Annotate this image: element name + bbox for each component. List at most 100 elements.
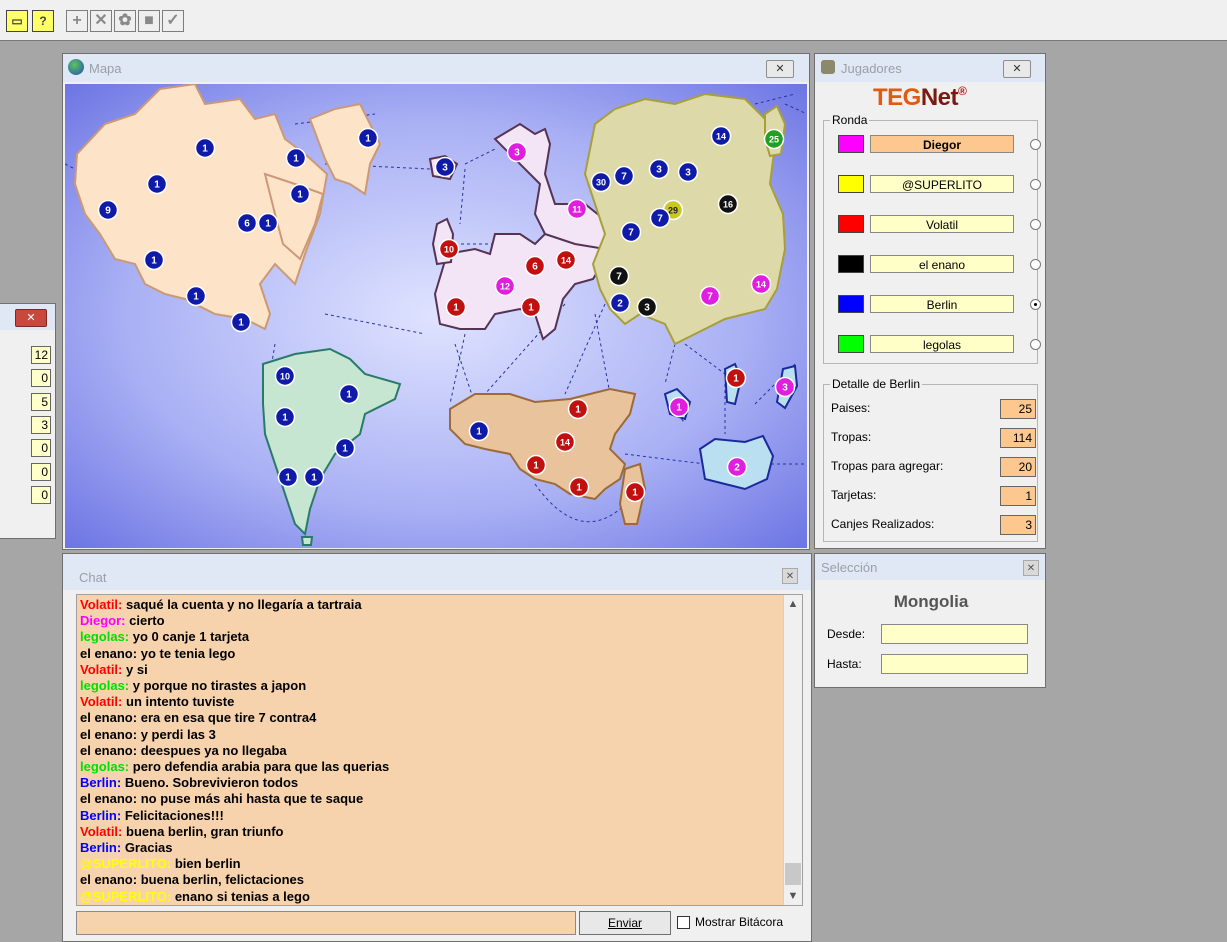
send-button[interactable]: Enviar <box>579 911 671 935</box>
chat-colon: : <box>132 872 138 888</box>
chat-author: el enano <box>80 872 133 888</box>
army-marker[interactable]: 7 <box>613 165 635 187</box>
player-color-swatch <box>838 295 864 313</box>
save-icon[interactable]: ■ <box>138 10 160 32</box>
army-marker[interactable]: 25 <box>763 128 785 150</box>
chat-text: deespues ya no llegaba <box>140 742 287 758</box>
army-marker[interactable]: 1 <box>357 127 379 149</box>
player-row[interactable]: el enano <box>838 255 1041 275</box>
close-icon[interactable]: ✕ <box>782 568 798 584</box>
settings-icon[interactable]: ✿ <box>114 10 136 32</box>
army-marker[interactable]: 1 <box>289 183 311 205</box>
army-marker[interactable]: 1 <box>185 285 207 307</box>
player-row[interactable]: Berlin <box>838 295 1041 315</box>
army-marker[interactable]: 3 <box>774 376 796 398</box>
army-marker[interactable]: 16 <box>717 193 739 215</box>
army-marker[interactable]: 14 <box>710 125 732 147</box>
stat-value: 5 <box>31 392 51 411</box>
army-count: 3 <box>514 148 520 159</box>
add-icon[interactable]: + <box>66 10 88 32</box>
army-marker[interactable]: 1 <box>468 420 490 442</box>
show-log-checkbox[interactable] <box>677 916 690 929</box>
logo-teg: TEG <box>873 84 921 111</box>
player-radio[interactable] <box>1030 179 1041 190</box>
army-marker[interactable]: 1 <box>230 311 252 333</box>
close-icon[interactable]: ✕ <box>15 309 47 327</box>
player-radio[interactable] <box>1030 259 1041 270</box>
army-marker[interactable]: 1 <box>445 296 467 318</box>
chat-titlebar: Chat <box>63 554 811 590</box>
army-marker[interactable]: 1 <box>567 398 589 420</box>
check-icon[interactable]: ✓ <box>162 10 184 32</box>
army-marker[interactable]: 6 <box>524 255 546 277</box>
chat-colon: : <box>116 775 122 791</box>
army-marker[interactable]: 3 <box>677 161 699 183</box>
chat-author: Diegor <box>80 613 122 629</box>
army-marker[interactable]: 1 <box>303 466 325 488</box>
scroll-up-icon[interactable]: ▲ <box>784 595 802 613</box>
army-marker[interactable]: 1 <box>334 437 356 459</box>
remove-icon[interactable]: ✕ <box>90 10 112 32</box>
army-marker[interactable]: 3 <box>636 296 658 318</box>
army-marker[interactable]: 10 <box>274 365 296 387</box>
army-marker[interactable]: 2 <box>726 456 748 478</box>
army-marker[interactable]: 14 <box>554 431 576 453</box>
army-marker[interactable]: 14 <box>555 249 577 271</box>
army-marker[interactable]: 7 <box>620 221 642 243</box>
army-marker[interactable]: 1 <box>285 147 307 169</box>
army-marker[interactable]: 1 <box>338 383 360 405</box>
army-marker[interactable]: 1 <box>725 367 747 389</box>
army-marker[interactable]: 3 <box>434 156 456 178</box>
army-marker[interactable]: 1 <box>624 481 646 503</box>
army-marker[interactable]: 6 <box>236 212 258 234</box>
army-marker[interactable]: 1 <box>520 296 542 318</box>
army-marker[interactable]: 3 <box>506 141 528 163</box>
chat-message: el enano: y perdi las 3 <box>80 727 389 743</box>
player-radio[interactable] <box>1030 139 1041 150</box>
scroll-thumb[interactable] <box>785 863 801 885</box>
chat-message: Volatil: un intento tuviste <box>80 694 389 710</box>
army-marker[interactable]: 7 <box>608 265 630 287</box>
chat-text: yo 0 canje 1 tarjeta <box>132 629 250 645</box>
player-row[interactable]: @SUPERLITO <box>838 175 1041 195</box>
connect-icon[interactable]: ▭ <box>6 10 28 32</box>
army-marker[interactable]: 12 <box>494 275 516 297</box>
player-radio[interactable] <box>1030 339 1041 350</box>
army-marker[interactable]: 1 <box>194 137 216 159</box>
army-marker[interactable]: 7 <box>649 207 671 229</box>
help-icon[interactable]: ? <box>32 10 54 32</box>
player-color-swatch <box>838 255 864 273</box>
player-radio[interactable] <box>1030 219 1041 230</box>
army-marker[interactable]: 1 <box>146 173 168 195</box>
chat-input[interactable] <box>76 911 576 935</box>
chat-scrollbar[interactable]: ▲ ▼ <box>783 595 802 905</box>
player-name: Berlin <box>870 295 1014 313</box>
chat-log[interactable]: Volatil: saqué la cuenta y no llegaría a… <box>76 594 803 906</box>
army-marker[interactable]: 1 <box>257 212 279 234</box>
army-marker[interactable]: 1 <box>277 466 299 488</box>
close-icon[interactable]: ✕ <box>766 60 794 78</box>
player-row[interactable]: legolas <box>838 335 1041 355</box>
from-field[interactable] <box>881 624 1028 644</box>
world-map[interactable]: 1111916 1111331011614121 17314303252916777… <box>65 84 807 548</box>
close-icon[interactable]: ✕ <box>1003 60 1031 78</box>
scroll-down-icon[interactable]: ▼ <box>784 887 802 905</box>
player-row[interactable]: Diegor <box>838 135 1041 155</box>
army-marker[interactable]: 7 <box>699 285 721 307</box>
army-marker[interactable]: 1 <box>568 476 590 498</box>
army-marker[interactable]: 9 <box>97 199 119 221</box>
army-marker[interactable]: 2 <box>609 292 631 314</box>
army-marker[interactable]: 14 <box>750 273 772 295</box>
army-marker[interactable]: 3 <box>648 158 670 180</box>
player-row[interactable]: Volatil <box>838 215 1041 235</box>
army-marker[interactable]: 1 <box>668 396 690 418</box>
to-field[interactable] <box>881 654 1028 674</box>
army-marker[interactable]: 1 <box>525 454 547 476</box>
army-marker[interactable]: 1 <box>274 406 296 428</box>
army-marker[interactable]: 30 <box>590 171 612 193</box>
army-marker[interactable]: 11 <box>566 198 588 220</box>
army-marker[interactable]: 1 <box>143 249 165 271</box>
player-radio[interactable] <box>1030 299 1041 310</box>
army-marker[interactable]: 10 <box>438 238 460 260</box>
close-icon[interactable]: ✕ <box>1023 560 1039 576</box>
